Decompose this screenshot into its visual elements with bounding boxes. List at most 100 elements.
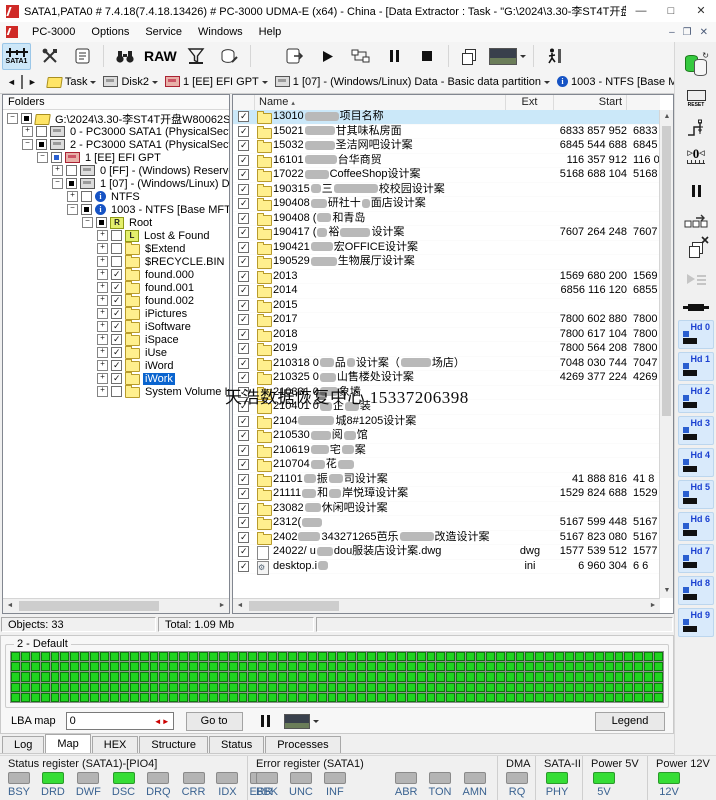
tab-structure[interactable]: Structure	[139, 736, 208, 753]
tree-checkbox[interactable]	[111, 386, 122, 397]
raw-recovery-button[interactable]: RAW	[143, 43, 178, 70]
table-row[interactable]: 190408 (和青岛	[233, 212, 660, 227]
expand-toggle-icon[interactable]: +	[97, 282, 108, 293]
table-row[interactable]: 190421宏OFFICE设计案	[233, 241, 660, 256]
tab-processes[interactable]: Processes	[265, 736, 340, 753]
lba-input[interactable]: 0 ◄►	[66, 712, 174, 730]
name-column-header[interactable]: Name ▴	[255, 95, 506, 110]
scroll-left-icon[interactable]: ◄	[233, 599, 247, 613]
table-row[interactable]: 20131569 680 2001569 4	[233, 270, 660, 285]
row-checkbox[interactable]	[238, 242, 249, 253]
tree-checkbox[interactable]	[111, 308, 122, 319]
expand-toggle-icon[interactable]: −	[37, 152, 48, 163]
tree-checkbox[interactable]	[111, 243, 122, 254]
log-script-button[interactable]	[68, 43, 97, 70]
row-checkbox[interactable]	[238, 546, 249, 557]
tree-checkbox[interactable]	[111, 373, 122, 384]
expand-toggle-icon[interactable]: −	[7, 113, 18, 124]
row-checkbox[interactable]	[238, 126, 249, 137]
expand-toggle-icon[interactable]: +	[97, 321, 108, 332]
tree-item[interactable]: +iPictures	[3, 307, 229, 320]
goto-button[interactable]: Go to	[186, 712, 243, 731]
row-checkbox[interactable]	[238, 111, 249, 122]
search-raw-button[interactable]	[110, 43, 139, 70]
tab-hex[interactable]: HEX	[92, 736, 139, 753]
chip-transfer-button[interactable]	[682, 208, 710, 234]
row-checkbox[interactable]	[238, 271, 249, 282]
row-checkbox[interactable]	[238, 198, 249, 209]
expand-toggle-icon[interactable]: +	[97, 386, 108, 397]
row-checkbox[interactable]	[238, 358, 249, 369]
row-checkbox[interactable]	[238, 561, 249, 572]
recalibrate-button[interactable]: ▷0◁	[682, 142, 710, 168]
tree-item[interactable]: +LLost & Found	[3, 229, 229, 242]
row-checkbox[interactable]	[238, 488, 249, 499]
tree-item[interactable]: −1 [EE] EFI GPT	[3, 151, 229, 164]
table-row[interactable]: 20146856 116 1206855 6	[233, 284, 660, 299]
expand-toggle-icon[interactable]: −	[52, 178, 63, 189]
hd-button-6[interactable]: Hd 6	[678, 512, 714, 541]
scroll-right-icon[interactable]: ►	[646, 599, 660, 613]
tree-checkbox[interactable]	[21, 113, 32, 124]
mdi-minimize-button[interactable]: –	[669, 27, 675, 38]
tree-checkbox[interactable]	[81, 191, 92, 202]
table-row[interactable]: 21101振司设计案41 888 81641 8	[233, 473, 660, 488]
row-checkbox[interactable]	[238, 445, 249, 456]
scrollbar-thumb[interactable]	[662, 126, 671, 416]
row-checkbox[interactable]	[238, 503, 249, 514]
table-row[interactable]: 21111和岸悦璋设计案1529 824 6881529 5	[233, 487, 660, 502]
save-data-button[interactable]	[215, 43, 244, 70]
lba-block-map[interactable]	[10, 651, 664, 703]
table-row[interactable]: 20177800 602 8807800 3	[233, 313, 660, 328]
expand-toggle-icon[interactable]: +	[22, 126, 33, 137]
hd-button-9[interactable]: Hd 9	[678, 608, 714, 637]
table-row[interactable]: 190417 (裕设计案7607 264 2487607 0	[233, 226, 660, 241]
expand-toggle-icon[interactable]: −	[67, 204, 78, 215]
open-task-button[interactable]	[281, 43, 310, 70]
ext-column-header[interactable]: Ext	[506, 95, 554, 110]
expand-toggle-icon[interactable]: −	[22, 139, 33, 150]
file-list-vertical-scrollbar[interactable]: ▲ ▼	[659, 110, 673, 598]
tree-checkbox[interactable]	[81, 204, 92, 215]
tree-item[interactable]: +iSpace	[3, 333, 229, 346]
tree-item[interactable]: +iUse	[3, 346, 229, 359]
table-row[interactable]: 16101台华商贸116 357 912116 0	[233, 154, 660, 169]
table-row[interactable]: 2104城8#1205设计案	[233, 415, 660, 430]
hd-button-3[interactable]: Hd 3	[678, 416, 714, 445]
copy-results-button[interactable]	[455, 43, 484, 70]
row-checkbox[interactable]	[238, 532, 249, 543]
expand-toggle-icon[interactable]: +	[97, 373, 108, 384]
tree-checkbox[interactable]	[36, 126, 47, 137]
tree-checkbox[interactable]	[51, 152, 62, 163]
scroll-down-icon[interactable]: ▼	[660, 584, 674, 598]
hd-button-1[interactable]: Hd 1	[678, 352, 714, 381]
tree-checkbox[interactable]	[66, 178, 77, 189]
sata1-port-button[interactable]: SATA1	[2, 43, 31, 70]
maximize-button[interactable]: □	[656, 1, 686, 22]
tree-item[interactable]: +$RECYCLE.BIN	[3, 255, 229, 268]
tree-checkbox[interactable]	[36, 139, 47, 150]
nav-item-info[interactable]: i1003 - NTFS [Base MFT	[557, 76, 691, 88]
hd-button-0[interactable]: Hd 0	[678, 320, 714, 349]
expand-toggle-icon[interactable]: +	[97, 308, 108, 319]
menu-windows[interactable]: Windows	[190, 24, 251, 40]
row-checkbox[interactable]	[238, 300, 249, 311]
table-row[interactable]: 210619宅案	[233, 444, 660, 459]
file-list-horizontal-scrollbar[interactable]: ◄ ►	[233, 598, 660, 613]
row-checkbox[interactable]	[238, 372, 249, 383]
tree-item[interactable]: −G:\2024\3.30-李ST4T开盘W80062SX\	[3, 112, 229, 125]
row-checkbox[interactable]	[238, 459, 249, 470]
menu-pc-3000[interactable]: PC-3000	[24, 24, 83, 40]
hd-button-7[interactable]: Hd 7	[678, 544, 714, 573]
back-button[interactable]: ◄	[4, 77, 19, 87]
table-row[interactable]: 23082休闲吧设计案	[233, 502, 660, 517]
scrollbar-thumb[interactable]	[19, 601, 159, 611]
tree-item[interactable]: +iNTFS	[3, 190, 229, 203]
close-button[interactable]: ✕	[686, 1, 716, 22]
tree-item[interactable]: −2 - PC3000 SATA1 (PhysicalSector = 4096…	[3, 138, 229, 151]
tree-item[interactable]: +iSoftware	[3, 320, 229, 333]
row-checkbox[interactable]	[238, 155, 249, 166]
tree-item[interactable]: +found.000	[3, 268, 229, 281]
table-row[interactable]: 190529生物展厅设计案	[233, 255, 660, 270]
row-checkbox[interactable]	[238, 213, 249, 224]
